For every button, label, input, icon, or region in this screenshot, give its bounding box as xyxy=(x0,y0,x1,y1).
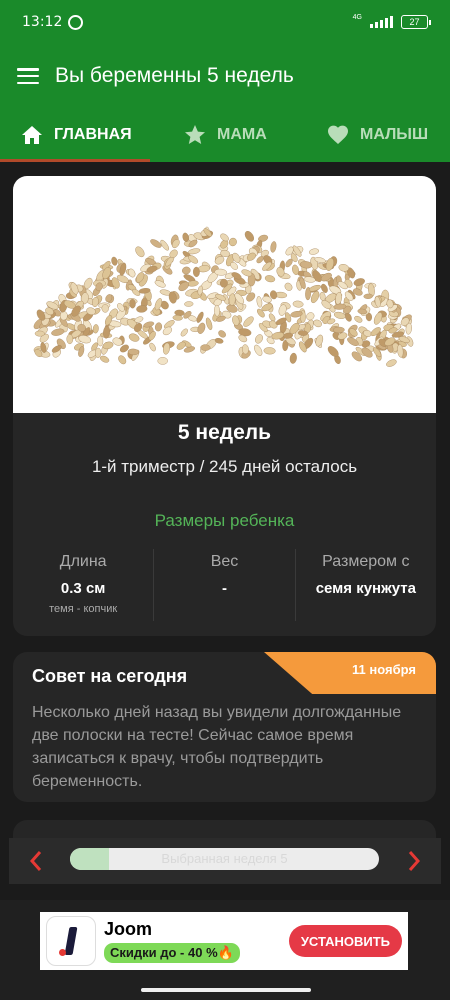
tab-baby[interactable]: МАЛЫШ xyxy=(326,108,428,162)
chevron-right-icon xyxy=(408,851,421,871)
tip-body: Несколько дней назад вы увидели долгожда… xyxy=(32,704,402,790)
heart-icon xyxy=(328,125,348,144)
ad-area: Joom Скидки до - 40 %🔥 УСТАНОВИТЬ xyxy=(0,900,450,1000)
stat-length-sub: темя - копчик xyxy=(49,603,118,615)
battery-level: 27 xyxy=(409,17,420,27)
joom-logo-icon xyxy=(46,916,96,966)
stat-length-label: Длина xyxy=(59,553,107,570)
network-type: 4G xyxy=(352,13,362,21)
stat-size-value: семя кунжута xyxy=(315,580,416,597)
selected-week-label: Выбранная неделя 5 xyxy=(161,851,288,866)
stat-size-label: Размером с xyxy=(322,553,410,570)
trimester-info: 1-й триместр / 245 дней осталось xyxy=(91,457,358,476)
stat-size-compare: Размером с семя кунжута xyxy=(294,549,436,621)
tip-card[interactable]: 11 ноября Совет на сегодня Несколько дне… xyxy=(13,652,436,802)
stat-weight-value: - xyxy=(221,580,227,597)
sesame-seeds-image xyxy=(13,176,436,413)
stat-weight-label: Вес xyxy=(210,553,239,570)
signal-icon xyxy=(370,16,393,28)
ad-app-name: Joom xyxy=(104,919,153,939)
tab-home-label: ГЛАВНАЯ xyxy=(54,126,132,143)
stat-length: Длина 0.3 см темя - копчик xyxy=(13,549,153,621)
next-week-button[interactable] xyxy=(397,850,431,872)
star-icon xyxy=(185,125,205,144)
page-title: Вы беременны 5 недель xyxy=(55,64,294,87)
status-bar: 13:12 4G 27 xyxy=(0,0,450,44)
ad-banner[interactable]: Joom Скидки до - 40 %🔥 УСТАНОВИТЬ xyxy=(40,912,408,970)
tab-home[interactable]: ГЛАВНАЯ xyxy=(20,108,132,162)
week-card: 5 недель 1-й триместр / 245 дней осталос… xyxy=(13,176,436,636)
install-button[interactable]: УСТАНОВИТЬ xyxy=(288,925,402,957)
stat-length-value: 0.3 см xyxy=(60,580,106,597)
previous-week-button[interactable] xyxy=(19,850,53,872)
chevron-left-icon xyxy=(29,851,42,871)
status-time: 13:12 xyxy=(22,14,63,30)
home-icon xyxy=(22,126,42,144)
tab-indicator xyxy=(0,159,150,162)
app-bar: Вы беременны 5 недель xyxy=(0,44,450,108)
home-indicator[interactable] xyxy=(141,988,311,992)
week-progress-bar[interactable]: Выбранная неделя 5 xyxy=(70,848,379,870)
menu-icon[interactable] xyxy=(17,68,39,84)
week-title: 5 недель xyxy=(177,421,272,444)
ad-promo-badge: Скидки до - 40 %🔥 xyxy=(104,943,240,963)
alarm-icon xyxy=(68,14,84,30)
battery-icon: 27 xyxy=(401,15,431,29)
baby-sizes-title: Размеры ребенка xyxy=(154,511,295,530)
baby-stats: Длина 0.3 см темя - копчик Вес - Размеро… xyxy=(13,549,436,621)
tab-baby-label: МАЛЫШ xyxy=(360,126,429,143)
stat-weight: Вес - xyxy=(153,549,294,621)
week-selector: Выбранная неделя 5 xyxy=(9,838,441,884)
tab-bar: ГЛАВНАЯ МАМА МАЛЫШ xyxy=(0,108,450,162)
tab-mama-label: МАМА xyxy=(217,126,267,143)
tab-mama[interactable]: МАМА xyxy=(183,108,267,162)
